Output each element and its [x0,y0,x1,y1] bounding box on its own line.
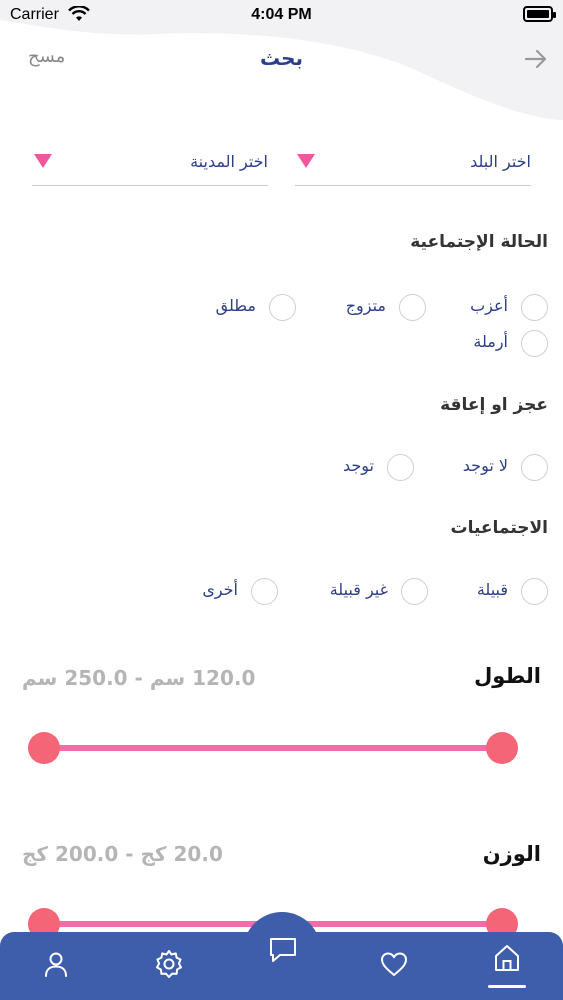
height-range-slider[interactable] [28,732,518,766]
battery-icon [523,6,556,22]
forward-arrow-icon[interactable] [523,46,549,72]
weight-range-value: 20.0 كج - 200.0 كج [22,842,223,866]
disability-title: عجز او إعاقة [440,395,548,415]
active-tab-indicator [488,985,526,988]
radio-circle [269,294,296,321]
radio-label: أرملة [473,332,508,351]
radio-other[interactable]: أخرى [180,578,278,606]
marital-status-title: الحالة الإجتماعية [410,232,548,252]
radio-label: توجد [342,456,374,475]
radio-widowed[interactable]: أرملة [400,330,548,358]
dropdown-caret-icon [297,154,315,168]
radio-label: أخرى [202,580,238,599]
tab-home[interactable] [491,942,523,974]
clear-button[interactable]: مسح [28,46,65,67]
profile-icon [45,952,67,977]
weight-title: الوزن [482,842,541,866]
tab-chat[interactable] [243,912,321,990]
home-icon [495,945,519,971]
radio-circle [387,454,414,481]
height-min-thumb[interactable] [28,732,60,764]
status-bar: Carrier 4:04 PM [0,0,563,30]
city-dropdown-label: اختر المدينة [190,152,268,171]
heart-icon [381,952,407,976]
height-range-value: 120.0 سم - 250.0 سم [22,666,256,690]
dropdown-caret-icon [34,154,52,168]
slider-track [42,745,504,751]
radio-divorced[interactable]: مطلق [150,294,296,322]
city-dropdown[interactable]: اختر المدينة [32,150,268,186]
radio-label: مطلق [215,296,256,315]
radio-circle [251,578,278,605]
tab-profile[interactable] [40,948,72,980]
radio-circle [521,578,548,605]
country-dropdown-label: اختر البلد [470,152,531,171]
clock: 4:04 PM [251,6,312,23]
social-title: الاجتماعيات [450,518,548,538]
radio-non-tribe[interactable]: غير قبيلة [280,578,428,606]
radio-label: متزوج [345,296,386,315]
page-title: بحث [259,46,304,70]
radio-label: لا توجد [462,456,508,475]
gear-icon [156,950,182,978]
radio-no-disability[interactable]: لا توجد [400,454,548,482]
radio-circle [521,454,548,481]
radio-label: غير قبيلة [329,580,388,599]
radio-circle [521,330,548,357]
radio-label: قبيلة [476,580,508,599]
radio-circle [521,294,548,321]
tab-favorites[interactable] [378,948,410,980]
height-max-thumb[interactable] [486,732,518,764]
height-title: الطول [474,664,541,688]
radio-has-disability[interactable]: توجد [290,454,414,482]
radio-label: أعزب [470,296,508,315]
navigation-bar: مسح بحث [0,38,563,82]
radio-circle [399,294,426,321]
tab-settings[interactable] [153,948,185,980]
radio-circle [401,578,428,605]
country-dropdown[interactable]: اختر البلد [295,150,531,186]
chat-icon [270,938,296,962]
